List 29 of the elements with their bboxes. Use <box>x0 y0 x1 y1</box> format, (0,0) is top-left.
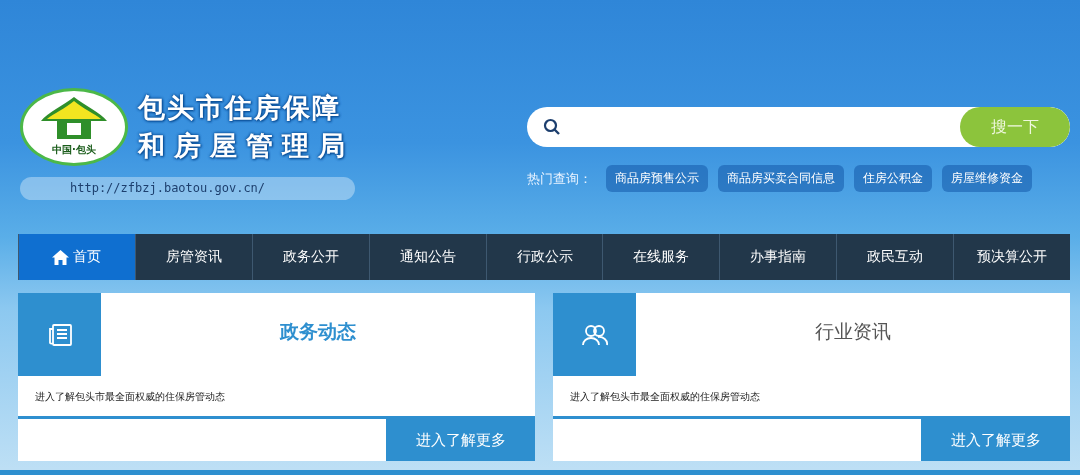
learn-more-button[interactable]: 进入了解更多 <box>386 419 535 461</box>
nav-tab[interactable]: 预决算公开 <box>953 234 1070 280</box>
hot-query-link[interactable]: 商品房预售公示 <box>606 165 708 192</box>
home-icon <box>52 249 70 265</box>
nav-tab[interactable]: 在线服务 <box>602 234 720 280</box>
card-title: 行业资讯 <box>814 319 892 344</box>
site-url: http://zfbzj.baotou.gov.cn/ <box>20 177 355 200</box>
people-icon <box>581 323 608 346</box>
card-description: 进入了解包头市最全面权威的住保房管动态 <box>34 390 226 404</box>
nav-tab[interactable]: 房管资讯 <box>134 234 252 280</box>
card-title: 政务动态 <box>279 319 357 344</box>
card-description: 进入了解包头市最全面权威的住保房管动态 <box>569 390 761 404</box>
search-icon <box>543 118 561 136</box>
newspaper-icon <box>47 323 72 346</box>
site-title: 和房屋管理局 <box>138 129 354 163</box>
hot-query-link[interactable]: 商品房买卖合同信息 <box>718 165 844 192</box>
nav-tab[interactable]: 首页 <box>18 234 135 280</box>
nav-tab[interactable]: 政务公开 <box>251 234 369 280</box>
learn-more-button[interactable]: 进入了解更多 <box>921 419 1070 461</box>
logo-caption: 中国·包头 <box>52 143 96 157</box>
hot-queries-label: 热门查询： <box>527 169 592 188</box>
house-roof-icon <box>39 97 109 139</box>
nav-tab[interactable]: 政民互动 <box>836 234 954 280</box>
site-title: 包头市住房保障 <box>138 91 342 125</box>
hot-query-link[interactable]: 房屋维修资金 <box>942 165 1032 192</box>
hot-query-link[interactable]: 住房公积金 <box>854 165 932 192</box>
nav-tab[interactable]: 行政公示 <box>485 234 603 280</box>
nav-tab[interactable]: 办事指南 <box>719 234 837 280</box>
nav-tab[interactable]: 通知公告 <box>368 234 486 280</box>
